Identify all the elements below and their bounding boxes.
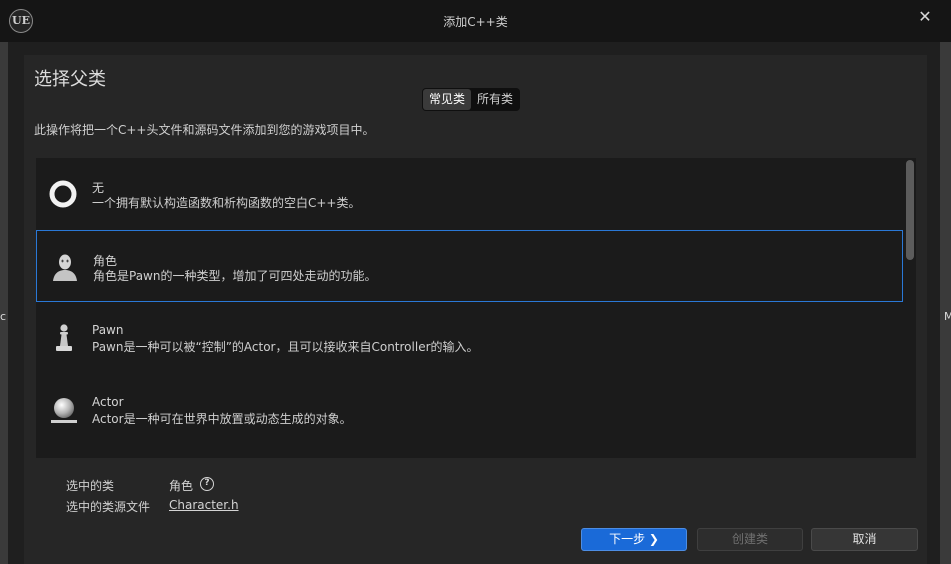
page-description: 此操作将把一个C++头文件和源码文件添加到您的游戏项目中。	[34, 123, 375, 137]
list-item-pawn[interactable]: Pawn Pawn是一种可以被“控制”的Actor，且可以接收来自Control…	[36, 302, 903, 374]
selected-class-value: 角色	[169, 479, 194, 493]
list-item-actor[interactable]: Actor Actor是一种可在世界中放置或动态生成的对象。	[36, 374, 903, 446]
list-item-character[interactable]: 角色 角色是Pawn的一种类型，增加了可四处走动的功能。	[36, 230, 903, 302]
item-description: 角色是Pawn的一种类型，增加了可四处走动的功能。	[93, 269, 377, 283]
next-button[interactable]: 下一步 ❯	[581, 528, 687, 551]
background-text-fragment: c	[0, 310, 7, 323]
pawn-icon	[56, 324, 72, 351]
list-item-none[interactable]: 无 一个拥有默认构造函数和析构函数的空白C++类。	[36, 158, 903, 230]
background-text-fragment: M	[944, 310, 951, 323]
cancel-button[interactable]: 取消	[811, 528, 918, 551]
background-editor-right	[940, 42, 951, 564]
item-description: Actor是一种可在世界中放置或动态生成的对象。	[92, 412, 352, 426]
ring-icon	[49, 180, 77, 208]
selected-source-label: 选中的类源文件	[66, 500, 151, 514]
title-bar: UE 添加C++类 ✕	[0, 0, 951, 42]
tab-common-classes[interactable]: 常见类	[423, 89, 472, 110]
close-button[interactable]: ✕	[913, 6, 937, 30]
list-scrollbar[interactable]	[906, 160, 914, 260]
page-title: 选择父类	[34, 69, 106, 90]
create-class-button[interactable]: 创建类	[697, 528, 803, 551]
character-icon	[53, 254, 77, 281]
sphere-icon	[51, 398, 77, 423]
item-description: 一个拥有默认构造函数和析构函数的空白C++类。	[92, 196, 361, 210]
background-editor-left	[0, 42, 8, 564]
parent-class-list: 无 一个拥有默认构造函数和析构函数的空白C++类。 角色 角色是Pawn的一种类…	[36, 158, 916, 458]
item-name: Pawn	[92, 323, 124, 337]
window-title: 添加C++类	[443, 15, 508, 29]
tab-all-classes[interactable]: 所有类	[471, 89, 519, 110]
selected-class-label: 选中的类	[66, 479, 115, 493]
class-filter-tabs: 常见类 所有类	[422, 88, 521, 111]
selected-source-file-link[interactable]: Character.h	[169, 498, 239, 512]
item-description: Pawn是一种可以被“控制”的Actor，且可以接收来自Controller的输…	[92, 340, 479, 354]
help-icon[interactable]: ?	[200, 477, 214, 491]
item-name: Actor	[92, 395, 124, 409]
